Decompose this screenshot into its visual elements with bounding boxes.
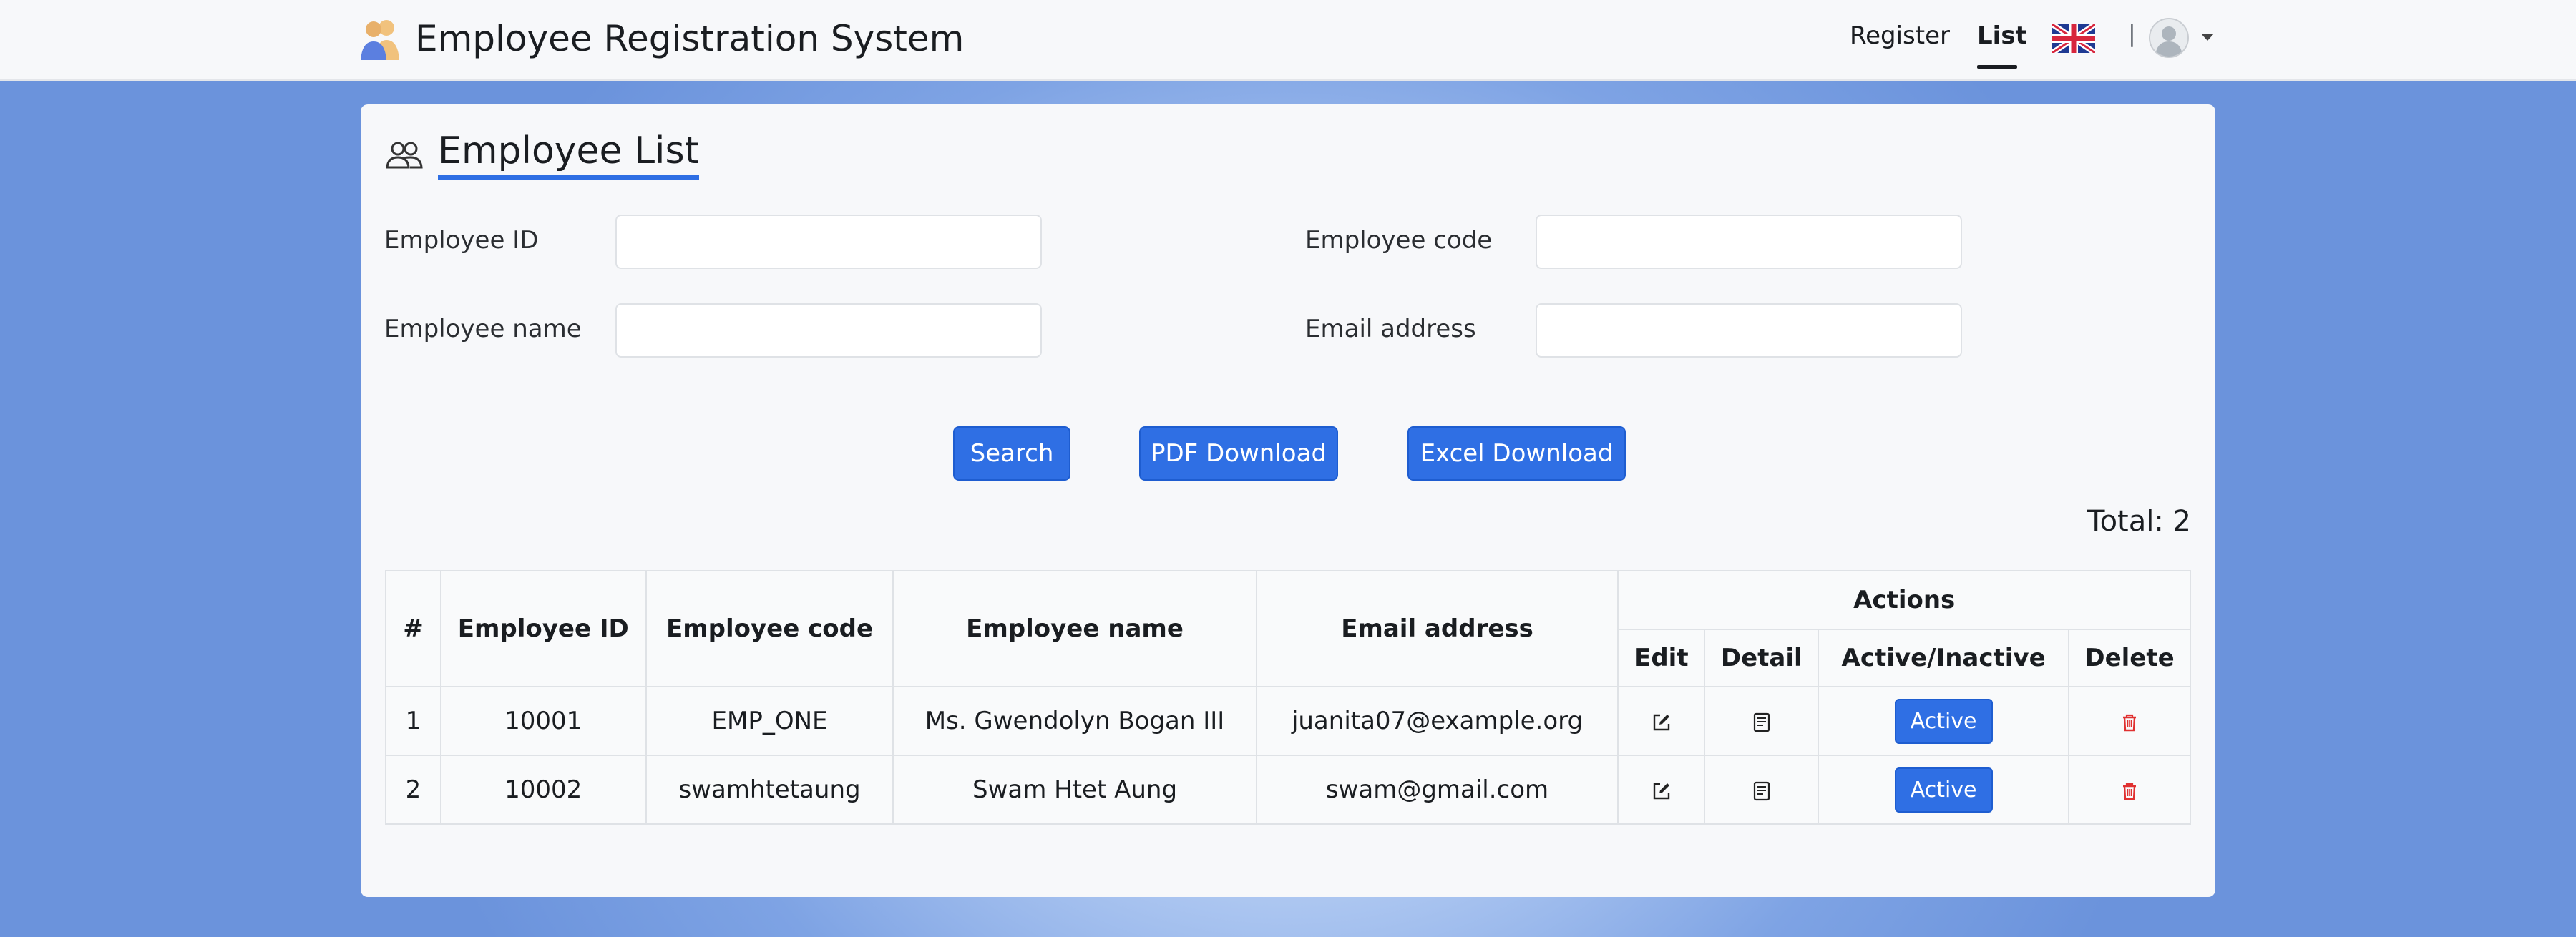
brand[interactable]: Employee Registration System	[358, 16, 964, 62]
pdf-download-button[interactable]: PDF Download	[1139, 426, 1338, 481]
page-title: Employee List	[438, 129, 699, 180]
table-row: 1 10001 EMP_ONE Ms. Gwendolyn Bogan III …	[385, 686, 2191, 756]
trash-icon[interactable]	[2119, 712, 2140, 733]
cell-employee-id: 10002	[439, 755, 647, 825]
cell-status: Active	[1818, 686, 2070, 756]
total-count: Total: 2	[2087, 505, 2191, 538]
active-nav-indicator	[1977, 65, 2017, 69]
cell-employee-code: swamhtetaung	[645, 755, 894, 825]
employee-code-label: Employee code	[1305, 226, 1493, 255]
cell-delete	[2068, 686, 2191, 756]
header-actions: Actions	[1617, 570, 2191, 630]
people-icon	[386, 142, 423, 169]
employee-list-card: Employee List Employee ID Employee code …	[361, 104, 2215, 897]
cell-detail	[1704, 755, 1820, 825]
cell-index: 2	[385, 755, 441, 825]
cell-delete	[2068, 755, 2191, 825]
cell-index: 1	[385, 686, 441, 756]
employee-name-input[interactable]	[615, 303, 1042, 358]
app-title: Employee Registration System	[415, 18, 965, 59]
employee-id-label: Employee ID	[384, 226, 539, 255]
employee-table: # Employee ID Employee code Employee nam…	[385, 570, 2191, 825]
excel-download-button[interactable]: Excel Download	[1407, 426, 1626, 481]
search-button[interactable]: Search	[953, 426, 1070, 481]
header-edit: Edit	[1617, 629, 1706, 687]
users-icon	[361, 20, 399, 60]
cell-detail	[1704, 686, 1820, 756]
header-index: #	[385, 570, 441, 687]
header-email: Email address	[1255, 570, 1619, 687]
nav-separator: |	[2128, 20, 2136, 47]
employee-id-input[interactable]	[615, 215, 1042, 269]
uk-flag-icon[interactable]	[2052, 24, 2095, 53]
cell-employee-name: Ms. Gwendolyn Bogan III	[892, 686, 1257, 756]
cell-employee-code: EMP_ONE	[645, 686, 894, 756]
header-employee-id: Employee ID	[439, 570, 647, 687]
top-navbar: Employee Registration System Register Li…	[0, 0, 2576, 81]
user-avatar-icon[interactable]	[2148, 17, 2190, 59]
trash-icon[interactable]	[2119, 780, 2140, 802]
cell-edit	[1617, 755, 1706, 825]
cell-email: swam@gmail.com	[1255, 755, 1619, 825]
header-employee-code: Employee code	[645, 570, 894, 687]
active-toggle-button[interactable]: Active	[1894, 767, 1993, 813]
header-employee-name: Employee name	[892, 570, 1257, 687]
employee-name-label: Employee name	[384, 315, 582, 343]
cell-edit	[1617, 686, 1706, 756]
edit-icon[interactable]	[1651, 712, 1672, 733]
active-toggle-button[interactable]: Active	[1894, 698, 1993, 744]
table-row: 2 10002 swamhtetaung Swam Htet Aung swam…	[385, 755, 2191, 825]
nav-link-register[interactable]: Register	[1850, 21, 1950, 50]
cell-email: juanita07@example.org	[1255, 686, 1619, 756]
header-detail: Detail	[1704, 629, 1820, 687]
email-address-input[interactable]	[1536, 303, 1962, 358]
header-active-inactive: Active/Inactive	[1818, 629, 2070, 687]
cell-employee-id: 10001	[439, 686, 647, 756]
detail-icon[interactable]	[1751, 712, 1772, 733]
edit-icon[interactable]	[1651, 780, 1672, 802]
email-address-label: Email address	[1305, 315, 1476, 343]
detail-icon[interactable]	[1751, 780, 1772, 802]
nav-link-list[interactable]: List	[1977, 21, 2027, 50]
header-delete: Delete	[2068, 629, 2191, 687]
cell-status: Active	[1818, 755, 2070, 825]
cell-employee-name: Swam Htet Aung	[892, 755, 1257, 825]
employee-code-input[interactable]	[1536, 215, 1962, 269]
card-header: Employee List	[384, 129, 699, 180]
chevron-down-icon[interactable]	[2201, 34, 2214, 41]
